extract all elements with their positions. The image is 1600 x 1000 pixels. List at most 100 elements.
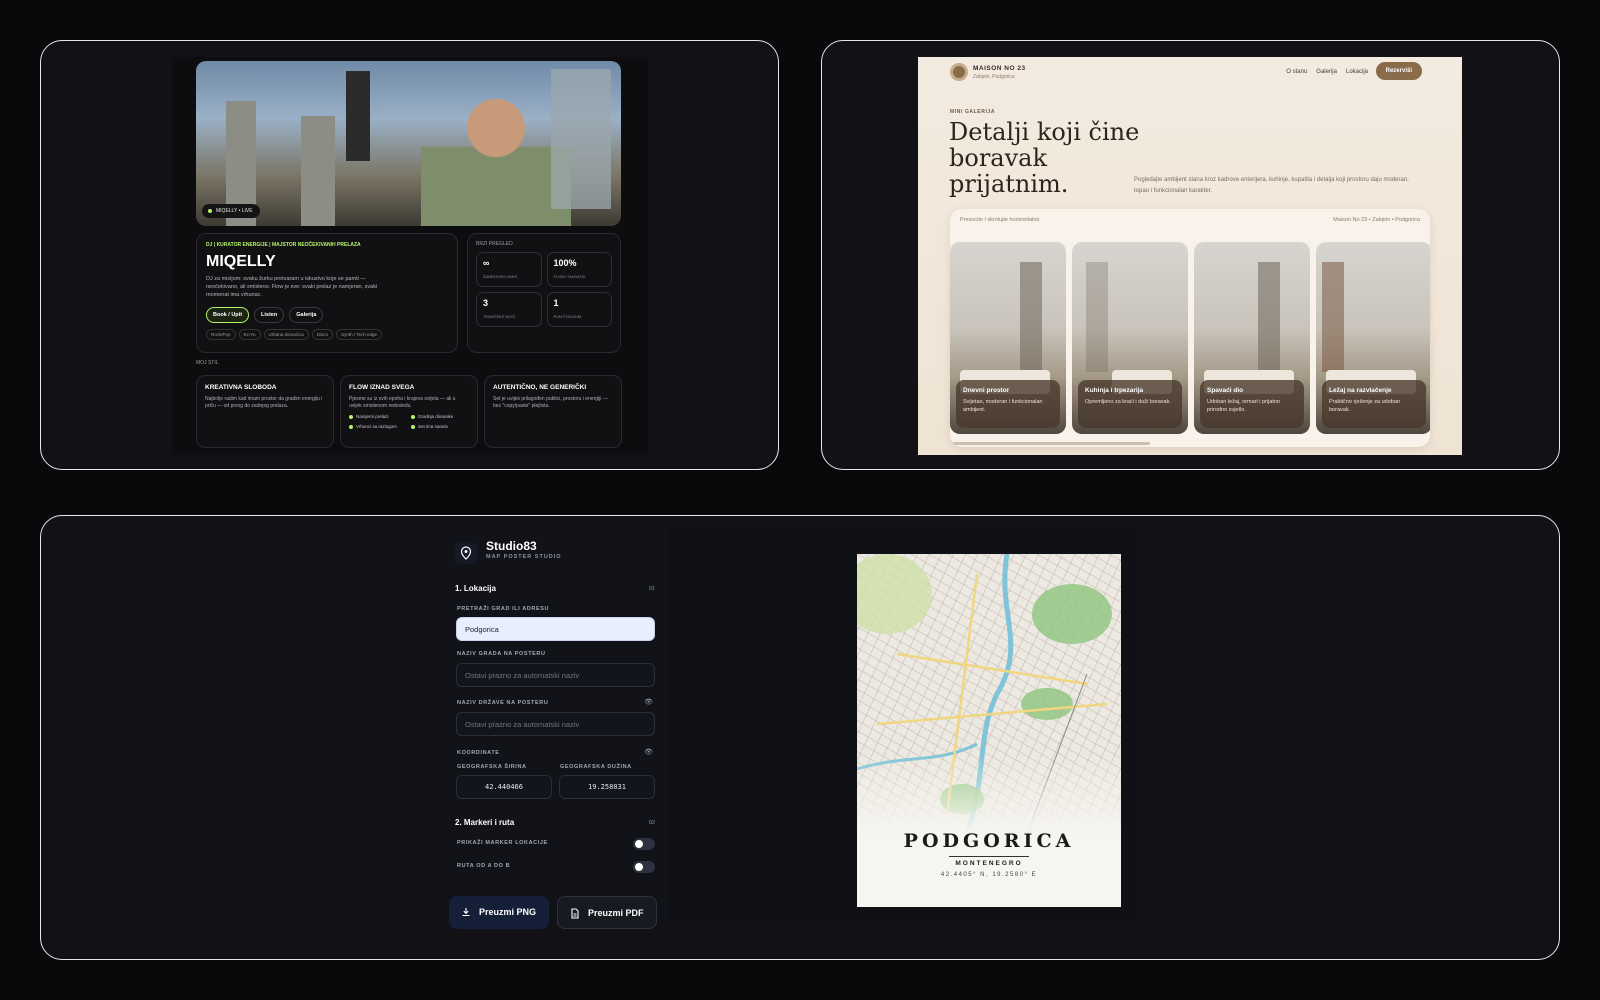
app-logo: [455, 542, 477, 564]
stat-value: ∞: [483, 258, 490, 268]
latitude-label: GEOGRAFSKA ŠIRINA: [457, 764, 527, 770]
listen-button[interactable]: Listen: [254, 307, 285, 323]
city-name-input[interactable]: Ostavi prazno za automatski naziv: [456, 663, 655, 687]
cabinet: [1086, 262, 1108, 372]
eye-icon[interactable]: 👁: [644, 748, 653, 756]
wall-art: [1322, 262, 1344, 372]
stats-title: BRZI PREGLED: [476, 241, 513, 247]
caption-text: Opremljeno za kraći i duži boravak.: [1085, 399, 1171, 405]
section-number: 02: [648, 820, 655, 826]
gallery-card[interactable]: Dnevni prostor Svijetao, moderan i funkc…: [950, 242, 1066, 434]
longitude-input[interactable]: 19.258031: [559, 775, 655, 799]
genre-tag: Rock/Pop: [206, 329, 236, 340]
brand-logo-icon[interactable]: [950, 63, 968, 81]
gallery-card[interactable]: Kuhinja i trpezarija Opremljeno za kraći…: [1072, 242, 1188, 434]
stat-value: 100%: [553, 258, 577, 268]
settings-sidebar: Studio83 MAP POSTER STUDIO 1. Lokacija 0…: [445, 526, 669, 929]
stat-label: FLOW / NARATIV: [553, 274, 586, 279]
route-toggle[interactable]: [633, 861, 655, 873]
map-poster: PODGORICA MONTENEGRO 42.4405° N, 19.2580…: [857, 554, 1121, 907]
stat-tile: ∞ ŽANROVSKI MIKS: [476, 252, 542, 287]
download-png-label: Preuzmi PNG: [479, 907, 537, 917]
stats-card: BRZI PREGLED ∞ ŽANROVSKI MIKS 100% FLOW / …: [467, 233, 621, 353]
speaker-stack: [346, 71, 370, 161]
search-input[interactable]: Podgorica: [456, 617, 655, 641]
building: [301, 116, 335, 226]
stat-tile: 1 PUN PODIJUM: [546, 292, 612, 327]
eye-icon[interactable]: 👁: [644, 698, 653, 706]
download-pdf-button[interactable]: Preuzmi PDF: [557, 896, 657, 929]
gallery-caption: Kuhinja i trpezarija Opremljeno za kraći…: [1078, 380, 1182, 428]
stat-label: TEMATSKE NOĆI: [483, 314, 516, 319]
style-card-text: Set je uvijek prilagođen publici, prosto…: [493, 396, 608, 409]
nav-link-gallery[interactable]: Galerija: [1316, 69, 1337, 75]
curtain: [1020, 262, 1042, 372]
marker-toggle[interactable]: [633, 838, 655, 850]
dj-portrait: [421, 83, 571, 226]
park: [1021, 688, 1073, 720]
latitude-input[interactable]: 42.440466: [456, 775, 552, 799]
app-subtitle: MAP POSTER STUDIO: [486, 554, 562, 560]
style-card: AUTENTIČNO, NE GENERIČKI Set je uvijek p…: [484, 375, 622, 448]
stat-tile: 100% FLOW / NARATIV: [546, 252, 612, 287]
book-button[interactable]: Book / Upit: [206, 307, 250, 323]
reserve-button[interactable]: Rezerviši: [1375, 62, 1422, 80]
bullet-item: Namjerni prelazi: [349, 414, 407, 419]
live-dot-icon: [208, 209, 212, 213]
dj-kicker: DJ | KURATOR ENERGIJE | MAJSTOR NEOČEKIV…: [206, 242, 361, 248]
maison-page: MAISON NO 23 Zabjelo, Podgorica O stanu …: [918, 57, 1462, 455]
app-name: Studio83: [486, 539, 537, 553]
gallery-caption: Spavaći dio Udoban ležaj, ormari i prija…: [1200, 380, 1304, 428]
style-card-text: Najbolje radim kad imam prostor da gradi…: [205, 396, 323, 409]
city-name-label: NAZIV GRADA NA POSTERU: [457, 651, 546, 657]
genre-tag: Disco: [311, 329, 334, 340]
nav-link-location[interactable]: Lokacija: [1346, 69, 1368, 75]
caption-title: Kuhinja i trpezarija: [1085, 387, 1144, 394]
live-badge: MIQELLY • LIVE: [202, 204, 260, 218]
style-card-title: FLOW IZNAD SVEGA: [349, 384, 415, 391]
section-title: Detalji koji čine boravak prijatnim.: [949, 118, 1140, 198]
live-badge-label: MIQELLY • LIVE: [216, 208, 253, 214]
section-lead: Pogledajte ambijent stana kroz kadrove e…: [1134, 177, 1409, 194]
gallery-card[interactable]: Ležaj na razvlačenje Praktično rješenje …: [1316, 242, 1430, 434]
download-png-button[interactable]: Preuzmi PNG: [449, 896, 549, 929]
maison-site-frame: MAISON NO 23 Zabjelo, Podgorica O stanu …: [821, 40, 1560, 470]
gallery-button[interactable]: Galerija: [289, 307, 324, 323]
poster-coordinates: 42.4405° N, 19.2580° E: [940, 872, 1038, 878]
map-pin-icon: [460, 546, 472, 560]
gallery-caption: Dnevni prostor Svijetao, moderan i funkc…: [956, 380, 1060, 428]
section-markers-title: 2. Markeri i ruta: [455, 818, 515, 827]
caption-text: Svijetao, moderan i funkcionalan ambijen…: [963, 399, 1043, 413]
search-label: PRETRAŽI GRAD ILI ADRESU: [457, 606, 550, 612]
dj-name: MIQELLY: [206, 253, 276, 270]
gallery-scrollbar[interactable]: [950, 442, 1150, 445]
gallery-carousel[interactable]: Prevucite / skrolujte horizontalno Maiso…: [950, 209, 1430, 447]
section-number: 01: [648, 586, 655, 592]
coordinates-label: KOORDINATE: [457, 750, 500, 756]
style-card: KREATIVNA SLOBODA Najbolje radim kad ima…: [196, 375, 334, 448]
brand-location: Zabjelo, Podgorica: [973, 74, 1015, 80]
section-kicker: MINI GALERIJA: [950, 109, 996, 115]
dj-description: DJ za misijom: svaku žurku pretvaram u i…: [206, 276, 378, 298]
brand-name[interactable]: MAISON NO 23: [973, 65, 1026, 72]
style-card-title: KREATIVNA SLOBODA: [205, 384, 277, 391]
stat-label: ŽANROVSKI MIKS: [483, 274, 518, 279]
gallery-card[interactable]: Spavaći dio Udoban ležaj, ormari i prija…: [1194, 242, 1310, 434]
intro-card: DJ | KURATOR ENERGIJE | MAJSTOR NEOČEKIV…: [196, 233, 458, 353]
style-card: FLOW IZNAD SVEGA Pjesme su iz svih epoha…: [340, 375, 478, 448]
stage-banner: [551, 69, 611, 209]
nav-link-about[interactable]: O stanu: [1286, 69, 1307, 75]
bullet-list: Namjerni prelazi Gradnja dinamike Vrhunc…: [349, 414, 469, 429]
stat-value: 1: [553, 298, 559, 308]
bullet-item: Gradnja dinamike: [411, 414, 469, 419]
studio-app-frame: Studio83 MAP POSTER STUDIO 1. Lokacija 0…: [40, 515, 1560, 960]
file-icon: [571, 908, 579, 919]
park: [1032, 584, 1112, 644]
bullet-item: Set ima narativ: [411, 424, 469, 429]
country-name-input[interactable]: Ostavi prazno za automatski naziv: [456, 712, 655, 736]
hero-image: MIQELLY • LIVE: [196, 61, 621, 226]
section-location-title: 1. Lokacija: [455, 584, 496, 593]
bullet-item: Vrhunci sa razlogom: [349, 424, 407, 429]
gallery-caption: Ležaj na razvlačenje Praktično rješenje …: [1322, 380, 1426, 428]
stat-label: PUN PODIJUM: [553, 314, 582, 319]
